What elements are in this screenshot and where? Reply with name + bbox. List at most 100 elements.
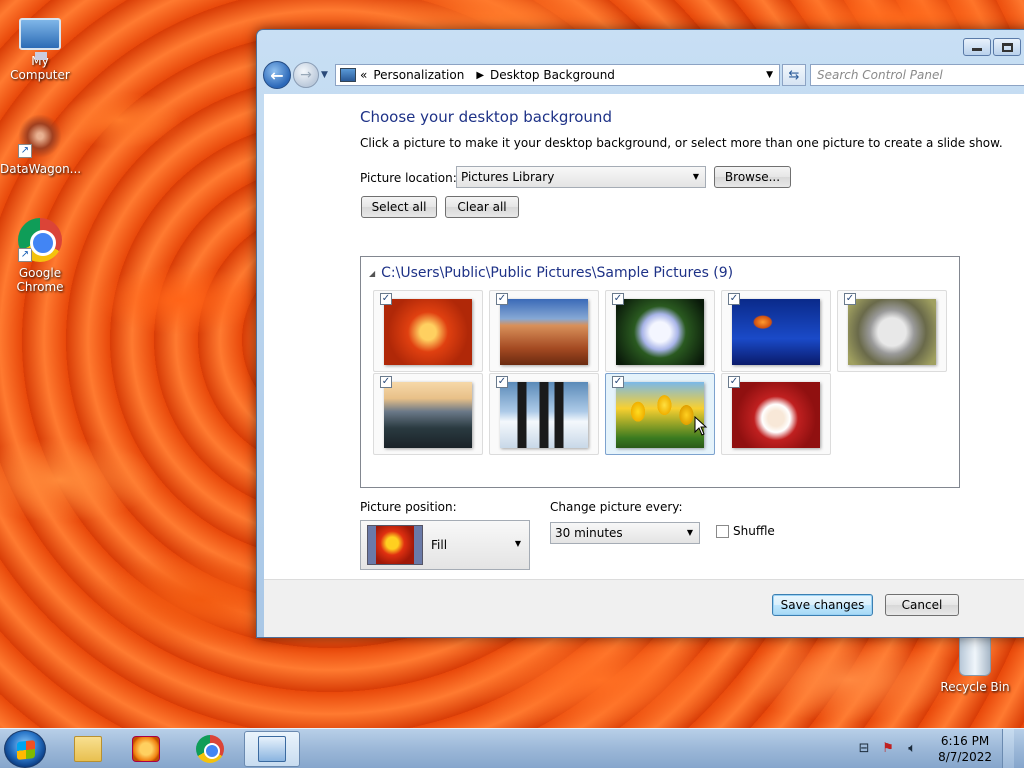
change-picture-interval-select[interactable]: 30 minutes ▼ [550, 522, 700, 544]
minimize-icon [972, 47, 982, 51]
clock-time: 6:16 PM [940, 734, 990, 748]
recent-pages-dropdown[interactable]: ▼ [321, 70, 331, 80]
forward-arrow-icon: → [300, 67, 312, 83]
thumbnail-checkbox[interactable]: ✓ [844, 293, 856, 305]
cancel-button[interactable]: Cancel [885, 594, 959, 616]
dialog-footer: Save changes Cancel [264, 579, 1024, 637]
thumbnail-image [616, 382, 704, 448]
forward-button[interactable]: → [293, 62, 319, 88]
thumbnail-image [500, 299, 588, 365]
thumbnail-checkbox[interactable]: ✓ [380, 293, 392, 305]
shortcut-arrow-icon: ↗ [18, 248, 32, 262]
shuffle-checkbox[interactable]: Shuffle [716, 524, 775, 538]
maximize-icon [1001, 42, 1013, 52]
shuffle-checkbox-box[interactable] [716, 524, 729, 538]
thumbnail-chrysanthemum[interactable]: ✓ [373, 290, 483, 372]
page-title: Choose your desktop background [360, 108, 612, 126]
page-subtitle: Click a picture to make it your desktop … [360, 136, 1003, 150]
desktop-icon-google-chrome[interactable]: ↗ Google Chrome [0, 218, 80, 294]
action-center-flag-icon[interactable]: ⚑ [880, 741, 896, 757]
thumbnail-image [732, 299, 820, 365]
breadcrumb-personalization[interactable]: Personalization [373, 68, 464, 82]
thumbnail-koala[interactable]: ✓ [837, 290, 947, 372]
taskbar-media-player[interactable] [118, 731, 174, 767]
picture-position-label: Picture position: [360, 500, 457, 514]
taskbar-control-panel[interactable] [244, 731, 300, 767]
recycle-bin-icon [959, 636, 991, 676]
thumbnail-image [384, 299, 472, 365]
save-changes-button[interactable]: Save changes [772, 594, 873, 616]
desktop-icon-label: Recycle Bin [940, 680, 1010, 694]
windows-logo-icon [17, 740, 35, 760]
taskbar-chrome[interactable] [182, 731, 238, 767]
thumbnail-santa[interactable]: ✓ [721, 373, 831, 455]
refresh-icon: ⇆ [788, 67, 800, 83]
desktop-icon-datawagon[interactable]: ↗ DataWagon... [0, 114, 82, 176]
thumbnail-image [500, 382, 588, 448]
start-button[interactable] [4, 730, 46, 768]
volume-icon[interactable]: 🔈︎ [904, 741, 920, 757]
thumbnail-tulips[interactable]: ✓ [605, 373, 715, 455]
taskbar-explorer[interactable] [60, 731, 116, 767]
thumbnail-image [732, 382, 820, 448]
picture-location-select[interactable]: Pictures Library ▼ [456, 166, 706, 188]
thumbnail-checkbox[interactable]: ✓ [496, 293, 508, 305]
chevron-down-icon: ▼ [692, 172, 699, 181]
mouse-cursor-icon [694, 416, 708, 436]
clear-all-button[interactable]: Clear all [445, 196, 519, 218]
datawagon-icon: ↗ [18, 114, 62, 158]
thumbnail-penguins[interactable]: ✓ [489, 373, 599, 455]
refresh-button[interactable]: ⇆ [782, 64, 806, 86]
breadcrumb-desktop-background[interactable]: Desktop Background [490, 68, 615, 82]
shortcut-arrow-icon: ↗ [18, 144, 32, 158]
window-controls [963, 38, 1021, 56]
network-icon[interactable]: ⊟ [856, 741, 872, 757]
chrome-icon: ↗ [18, 218, 62, 262]
control-panel-icon [340, 68, 356, 82]
chevron-down-icon: ▼ [686, 528, 693, 537]
chevron-down-icon: ▼ [514, 539, 521, 548]
browse-button[interactable]: Browse... [714, 166, 791, 188]
maximize-button[interactable] [993, 38, 1021, 56]
desktop-icon-label: DataWagon... [0, 162, 82, 176]
thumbnail-checkbox[interactable]: ✓ [380, 376, 392, 388]
breadcrumb-separator-icon[interactable]: ▶ [476, 70, 484, 81]
thumbnail-hydrangeas[interactable]: ✓ [605, 290, 715, 372]
taskbar: ⊟ ⚑ 🔈︎ 6:16 PM 8/7/2022 [0, 728, 1024, 768]
chrome-icon [196, 735, 224, 763]
back-button[interactable]: ← [263, 61, 291, 89]
chevron-down-icon: ▼ [321, 70, 328, 80]
shuffle-label: Shuffle [733, 524, 775, 538]
thumbnail-checkbox[interactable]: ✓ [612, 376, 624, 388]
group-header[interactable]: ◢ C:\Users\Public\Public Pictures\Sample… [361, 257, 959, 287]
show-desktop-button[interactable] [1002, 729, 1014, 768]
control-panel-icon [258, 736, 286, 762]
picture-position-select[interactable]: Fill ▼ [360, 520, 530, 570]
clock[interactable]: 6:16 PM 8/7/2022 [938, 733, 992, 765]
select-all-button[interactable]: Select all [361, 196, 437, 218]
search-input[interactable]: Search Control Panel [810, 64, 1024, 86]
desktop-icon-recycle-bin[interactable]: Recycle Bin [935, 636, 1015, 694]
address-dropdown-icon[interactable]: ▼ [766, 70, 773, 80]
picture-location-value: Pictures Library [461, 170, 555, 184]
thumbnail-checkbox[interactable]: ✓ [728, 293, 740, 305]
thumbnail-desert[interactable]: ✓ [489, 290, 599, 372]
desktop-icon-my-computer[interactable]: My Computer [0, 10, 80, 82]
control-panel-window: ← → ▼ « Personalization ▶ Desktop Backgr… [256, 29, 1024, 638]
collapse-triangle-icon[interactable]: ◢ [369, 269, 375, 278]
breadcrumb-overflow[interactable]: « [360, 68, 367, 82]
thumbnail-jellyfish[interactable]: ✓ [721, 290, 831, 372]
thumbnail-image [384, 382, 472, 448]
minimize-button[interactable] [963, 38, 991, 56]
thumbnail-lighthouse[interactable]: ✓ [373, 373, 483, 455]
picture-gallery: ◢ C:\Users\Public\Public Pictures\Sample… [360, 256, 960, 488]
address-bar[interactable]: « Personalization ▶ Desktop Background ▼ [335, 64, 780, 86]
change-picture-every-label: Change picture every: [550, 500, 683, 514]
thumbnail-checkbox[interactable]: ✓ [612, 293, 624, 305]
thumbnail-image [616, 299, 704, 365]
picture-location-label: Picture location: [360, 171, 457, 185]
thumbnail-checkbox[interactable]: ✓ [728, 376, 740, 388]
folder-icon [74, 736, 102, 762]
thumbnail-checkbox[interactable]: ✓ [496, 376, 508, 388]
computer-icon [19, 18, 61, 60]
